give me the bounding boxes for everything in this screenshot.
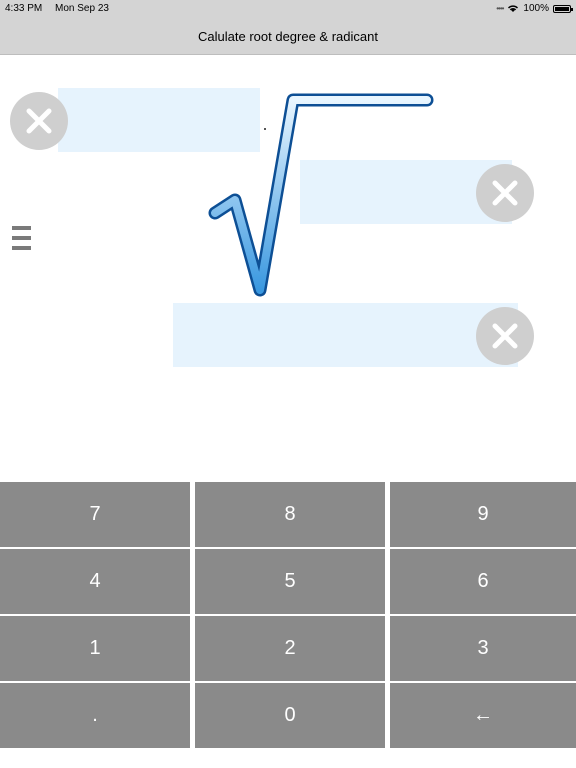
wifi-icon [508, 5, 519, 12]
clear-result-button[interactable] [476, 307, 534, 365]
key-4[interactable]: 4 [0, 549, 190, 614]
key-0[interactable]: 0 [195, 683, 385, 748]
close-icon [492, 180, 518, 206]
decimal-marker [264, 128, 266, 130]
battery-icon [553, 4, 573, 13]
signal-dots-icon: •••• [496, 4, 504, 13]
root-degree-input[interactable] [58, 88, 260, 152]
equals-icon [12, 226, 32, 258]
nav-bar: Calulate root degree & radicant [0, 18, 576, 55]
key-7[interactable]: 7 [0, 482, 190, 547]
status-time: 4:33 PM [5, 3, 43, 14]
key-decimal[interactable]: . [0, 683, 190, 748]
key-8[interactable]: 8 [195, 482, 385, 547]
status-date: Mon Sep 23 [55, 3, 109, 14]
battery-percent: 100% [523, 3, 549, 14]
key-backspace[interactable]: ← [390, 683, 576, 748]
key-2[interactable]: 2 [195, 616, 385, 681]
result-input[interactable] [173, 303, 518, 367]
key-5[interactable]: 5 [195, 549, 385, 614]
numeric-keypad: 7 8 9 4 5 6 1 2 3. 0 ← [0, 480, 576, 768]
status-bar: 4:33 PM Mon Sep 23 •••• 100% [0, 0, 576, 18]
key-1[interactable]: 1 [0, 616, 190, 681]
key-6[interactable]: 6 [390, 549, 576, 614]
key-3[interactable]: 3 [390, 616, 576, 681]
key-9[interactable]: 9 [390, 482, 576, 547]
clear-degree-button[interactable] [10, 92, 68, 150]
close-icon [26, 108, 52, 134]
clear-radicand-button[interactable] [476, 164, 534, 222]
close-icon [492, 323, 518, 349]
page-title: Calulate root degree & radicant [198, 28, 378, 44]
